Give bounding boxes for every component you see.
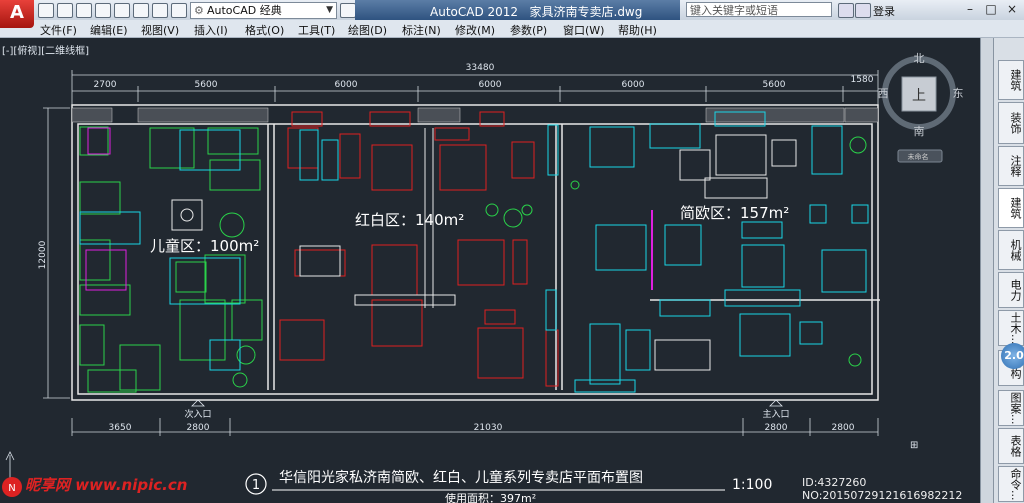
tab-civil[interactable]: 土木...	[998, 310, 1024, 346]
zone-label-redwhite: 红白区：140m²	[355, 211, 464, 229]
dim-top-6: 5600	[763, 80, 786, 90]
menu-tools[interactable]: 工具(T)	[298, 22, 335, 38]
menu-modify[interactable]: 修改(M)	[455, 22, 495, 38]
viewcube[interactable]: 上 北 南 西 东 未命名	[878, 52, 964, 163]
binoculars-icon[interactable]	[838, 3, 854, 18]
menu-dimension[interactable]: 标注(N)	[402, 22, 441, 38]
viewcube-west[interactable]: 西	[878, 87, 889, 100]
viewcube-south[interactable]: 南	[914, 125, 925, 138]
dim-overall: 33480	[466, 63, 495, 73]
dim-top-4: 6000	[479, 80, 502, 90]
usable-area: 使用面积：397m²	[445, 492, 536, 503]
title-number: 1	[252, 478, 260, 493]
dim-top-5: 6000	[622, 80, 645, 90]
close-button[interactable]: ×	[1004, 2, 1020, 17]
menu-bar: 文件(F) 编辑(E) 视图(V) 插入(I) 格式(O) 工具(T) 绘图(D…	[0, 20, 1024, 38]
drawing-scale: 1:100	[732, 477, 772, 493]
dim-top-3: 6000	[335, 80, 358, 90]
vertical-scrollbar[interactable]	[980, 38, 994, 503]
viewcube-top[interactable]: 上	[912, 88, 926, 104]
dropdown-icon[interactable]	[171, 3, 187, 18]
ucs-menu[interactable]: 未命名	[908, 152, 929, 161]
new-file-icon[interactable]	[38, 3, 54, 18]
menu-parameters[interactable]: 参数(P)	[510, 22, 547, 38]
maximize-button[interactable]: □	[983, 2, 999, 17]
menu-edit[interactable]: 编辑(E)	[90, 22, 128, 38]
window-title: AutoCAD 2012 家具济南专卖店.dwg	[430, 5, 643, 19]
dim-top-1: 2700	[94, 80, 117, 90]
print-icon[interactable]	[114, 3, 130, 18]
watermark-id: ID:4327260 NO:20150729121616982212	[802, 476, 963, 502]
tab-electrical[interactable]: 电力	[998, 272, 1024, 308]
entrance-secondary: 次入口	[184, 408, 211, 420]
tab-hatch[interactable]: 图案...	[998, 390, 1024, 426]
zone-label-children: 儿童区：100m²	[150, 237, 259, 255]
layer-icon[interactable]	[340, 3, 356, 18]
tab-architecture[interactable]: 建筑	[998, 60, 1024, 100]
tab-mechanical[interactable]: 机械	[998, 230, 1024, 270]
save-icon[interactable]	[76, 3, 92, 18]
dim-bottom-2: 2800	[187, 423, 210, 433]
menu-file[interactable]: 文件(F)	[40, 22, 77, 38]
dim-bottom-3: 21030	[474, 423, 503, 433]
undo-icon[interactable]	[133, 3, 149, 18]
app-logo[interactable]: A	[0, 0, 34, 28]
menu-draw[interactable]: 绘图(D)	[348, 22, 387, 38]
svg-text:N: N	[8, 483, 15, 494]
title-bar: ⚙ AutoCAD 经典 ▼ AutoCAD 2012 家具济南专卖店.dwg …	[0, 0, 1024, 21]
dim-bottom-4: 2800	[765, 423, 788, 433]
tab-building[interactable]: 建筑	[998, 188, 1024, 228]
viewcube-east[interactable]: 东	[953, 87, 964, 100]
redo-icon[interactable]	[152, 3, 168, 18]
watermark-logo: N	[2, 477, 22, 497]
children-zone-furniture	[79, 126, 263, 393]
tab-tables[interactable]: 表格	[998, 428, 1024, 464]
minimize-button[interactable]: –	[962, 2, 978, 17]
menu-format[interactable]: 格式(O)	[245, 22, 284, 38]
viewcube-north[interactable]: 北	[914, 52, 925, 65]
dim-top-7: 1580	[851, 75, 874, 85]
watermark-site: 昵享网 www.nipic.cn	[25, 476, 188, 494]
open-file-icon[interactable]	[57, 3, 73, 18]
drawing-title: 华信阳光家私济南简欧、红白、儿童系列专卖店平面布置图	[279, 469, 643, 486]
tab-annotation[interactable]: 注释	[998, 146, 1024, 186]
dim-bottom-5: 2800	[832, 423, 855, 433]
workspace-select[interactable]: ⚙ AutoCAD 经典 ▼	[190, 2, 337, 19]
dim-bottom-1: 3650	[109, 423, 132, 433]
zone-label-euro: 简欧区：157m²	[680, 204, 789, 222]
menu-window[interactable]: 窗口(W)	[563, 22, 604, 38]
login-button[interactable]: 登录	[873, 3, 895, 19]
gear-icon: ⚙	[194, 4, 204, 17]
viewport-controls[interactable]: [-][俯视][二维线框]	[2, 42, 89, 57]
menu-help[interactable]: 帮助(H)	[618, 22, 657, 38]
drawing-area[interactable]: 33480 2700 5600 6000 6000 6000 5600 1580…	[0, 38, 980, 503]
zoom-badge[interactable]: 2.0	[1001, 343, 1024, 369]
menu-insert[interactable]: 插入(I)	[194, 22, 228, 38]
menu-view[interactable]: 视图(V)	[141, 22, 179, 38]
chevron-down-icon: ▼	[326, 5, 333, 15]
save-as-icon[interactable]	[95, 3, 111, 18]
dim-left: 12000	[38, 240, 48, 269]
euro-zone-furniture	[574, 111, 869, 393]
user-icon[interactable]	[855, 3, 871, 18]
search-input[interactable]: 键入关键字或短语	[686, 2, 832, 17]
svg-text:⊞: ⊞	[910, 440, 918, 451]
dim-top-2: 5600	[195, 80, 218, 90]
entrance-main: 主入口	[762, 408, 789, 420]
tab-decoration[interactable]: 装饰	[998, 102, 1024, 144]
